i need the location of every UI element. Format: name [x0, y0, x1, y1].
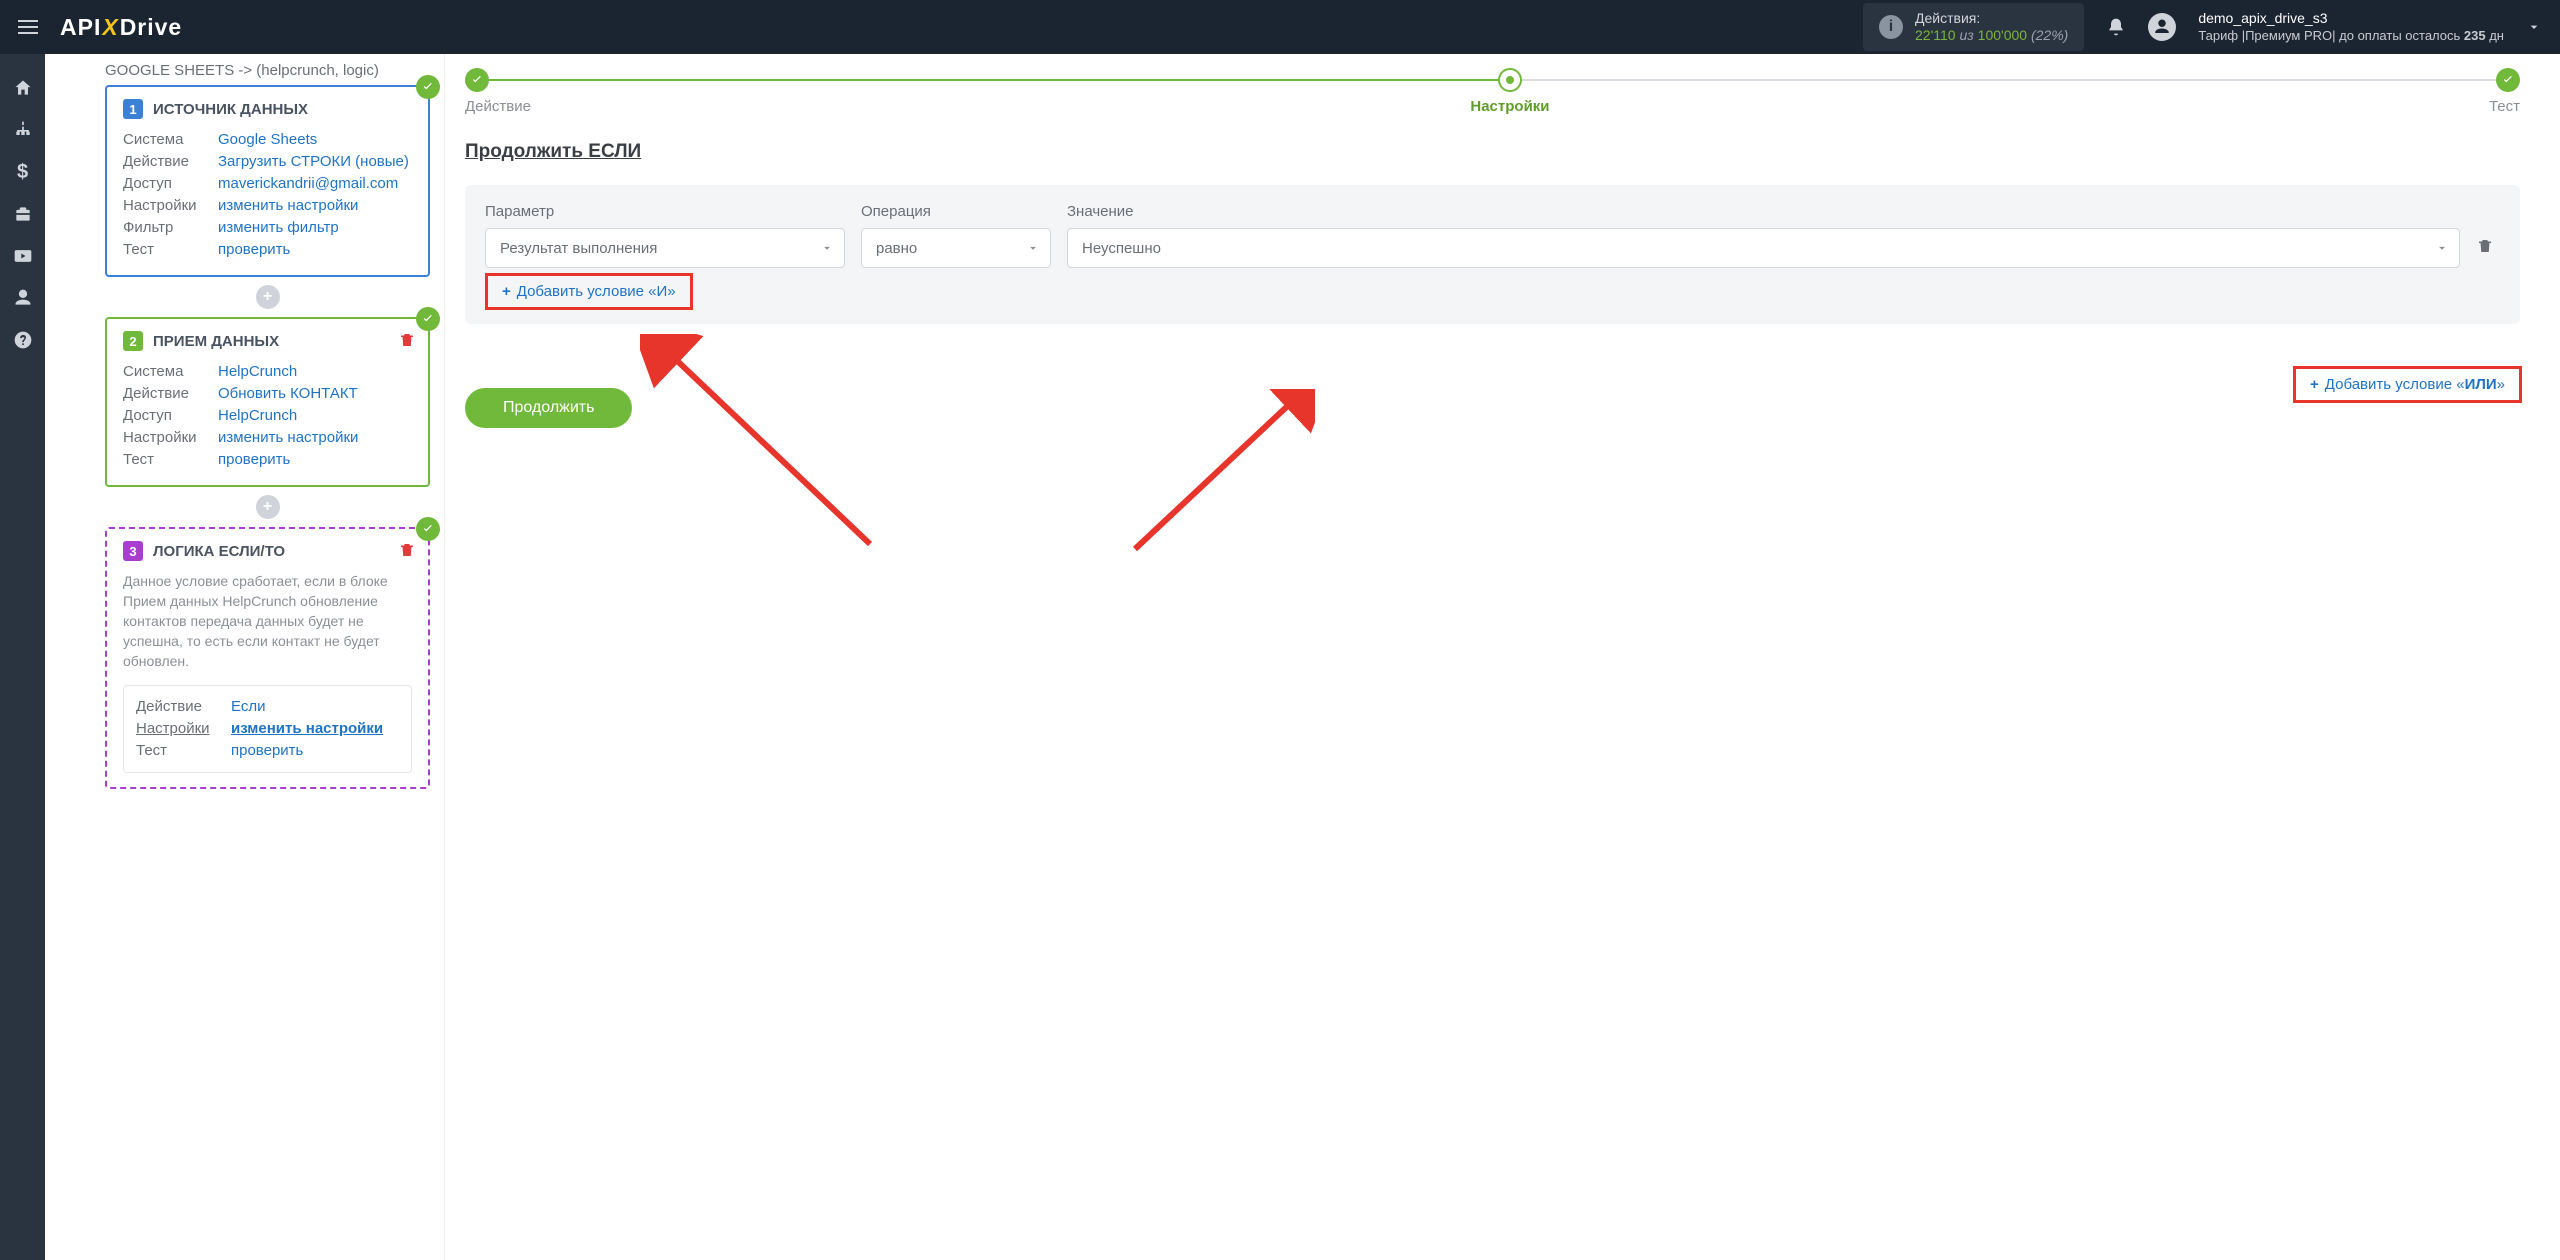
right-column: Действие Настройки Тест Продолжить ЕСЛИ …	[445, 54, 2560, 1260]
section-title: Продолжить ЕСЛИ	[465, 141, 2520, 163]
avatar-icon[interactable]	[2148, 13, 2176, 41]
app-header: API X Drive i Действия: 22'110 из 100'00…	[0, 0, 2560, 54]
card-destination-title: 2ПРИЕМ ДАННЫХ	[123, 331, 412, 351]
source-test-link[interactable]: проверить	[218, 239, 290, 261]
logic-action-link[interactable]: Если	[231, 696, 265, 718]
logic-test-link[interactable]: проверить	[231, 740, 303, 762]
actions-value: 22'110 из 100'000 (22%)	[1915, 27, 2068, 44]
annotation-arrow-2	[1125, 389, 1315, 559]
condition-group: Параметр Операция Значение Результат вып…	[465, 185, 2520, 324]
source-access-link[interactable]: maverickandrii@gmail.com	[218, 173, 398, 195]
actions-counter[interactable]: i Действия: 22'110 из 100'000 (22%)	[1863, 3, 2084, 51]
hamburger-menu-icon[interactable]	[18, 20, 38, 34]
card-source[interactable]: 1ИСТОЧНИК ДАННЫХ СистемаGoogle Sheets Де…	[105, 85, 430, 277]
connection-breadcrumb: GOOGLE SHEETS -> (helpcrunch, logic)	[65, 62, 430, 85]
chevron-down-icon	[820, 241, 834, 255]
check-badge-icon	[416, 75, 440, 99]
chevron-down-icon	[1026, 241, 1040, 255]
card-logic-desc: Данное условие сработает, если в блоке П…	[123, 571, 412, 671]
user-box[interactable]: demo_apix_drive_s3 Тариф |Премиум PRO| д…	[2198, 10, 2504, 44]
add-step-button-1[interactable]: +	[256, 285, 280, 309]
logic-settings-link[interactable]: изменить настройки	[231, 718, 383, 740]
app-logo[interactable]: API X Drive	[60, 14, 182, 41]
briefcase-icon[interactable]	[13, 204, 33, 224]
add-step-button-2[interactable]: +	[256, 495, 280, 519]
left-rail: $	[0, 54, 45, 1260]
card-logic-innerbox: ДействиеЕсли Настройкиизменить настройки…	[123, 685, 412, 773]
add-and-condition-button[interactable]: +Добавить условие «И»	[485, 273, 693, 310]
left-column: GOOGLE SHEETS -> (helpcrunch, logic) 1ИС…	[45, 54, 445, 1260]
chevron-down-icon[interactable]	[2526, 19, 2542, 35]
select-value[interactable]: Неуспешно	[1067, 228, 2460, 268]
source-settings-link[interactable]: изменить настройки	[218, 195, 358, 217]
chevron-down-icon	[2435, 241, 2449, 255]
card-logic[interactable]: 3ЛОГИКА ЕСЛИ/ТО Данное условие сработает…	[105, 527, 430, 789]
info-icon: i	[1879, 15, 1903, 39]
actions-label: Действия:	[1915, 10, 2068, 27]
logo-text-b: Drive	[120, 14, 183, 41]
stepper: Действие Настройки Тест	[465, 68, 2520, 115]
tariff-line: Тариф |Премиум PRO| до оплаты осталось 2…	[2198, 27, 2504, 44]
help-icon[interactable]	[13, 330, 33, 350]
continue-button[interactable]: Продолжить	[465, 388, 632, 428]
dollar-icon[interactable]: $	[13, 162, 33, 182]
step-action[interactable]: Действие	[465, 68, 531, 115]
video-icon[interactable]	[13, 246, 33, 266]
home-icon[interactable]	[13, 78, 33, 98]
source-system-link[interactable]: Google Sheets	[218, 129, 317, 151]
source-filter-link[interactable]: изменить фильтр	[218, 217, 339, 239]
bell-icon[interactable]	[2106, 17, 2126, 37]
annotation-arrow-1	[640, 334, 890, 554]
check-badge-icon	[416, 517, 440, 541]
user-name: demo_apix_drive_s3	[2198, 10, 2504, 27]
logo-text-a: API	[60, 14, 101, 41]
add-or-condition-button[interactable]: +Добавить условие «ИЛИ»	[2293, 366, 2522, 403]
delete-condition-button[interactable]	[2476, 237, 2500, 260]
card-destination[interactable]: 2ПРИЕМ ДАННЫХ СистемаHelpCrunch Действие…	[105, 317, 430, 487]
step-settings[interactable]: Настройки	[1470, 68, 1549, 115]
step-test[interactable]: Тест	[2489, 68, 2520, 115]
dest-system-link[interactable]: HelpCrunch	[218, 361, 297, 383]
card-logic-title: 3ЛОГИКА ЕСЛИ/ТО	[123, 541, 412, 561]
dest-action-link[interactable]: Обновить КОНТАКТ	[218, 383, 358, 405]
dest-access-link[interactable]: HelpCrunch	[218, 405, 297, 427]
source-action-link[interactable]: Загрузить СТРОКИ (новые)	[218, 151, 409, 173]
trash-icon[interactable]	[398, 331, 416, 349]
check-badge-icon	[416, 307, 440, 331]
dest-test-link[interactable]: проверить	[218, 449, 290, 471]
dest-settings-link[interactable]: изменить настройки	[218, 427, 358, 449]
condition-header: Параметр Операция Значение	[485, 203, 2500, 220]
user-icon[interactable]	[13, 288, 33, 308]
select-operation[interactable]: равно	[861, 228, 1051, 268]
logo-x: X	[101, 14, 119, 41]
sitemap-icon[interactable]	[13, 120, 33, 140]
condition-row: Результат выполнения равно Неуспешно	[485, 228, 2500, 268]
select-parameter[interactable]: Результат выполнения	[485, 228, 845, 268]
trash-icon[interactable]	[398, 541, 416, 559]
card-source-title: 1ИСТОЧНИК ДАННЫХ	[123, 99, 412, 119]
